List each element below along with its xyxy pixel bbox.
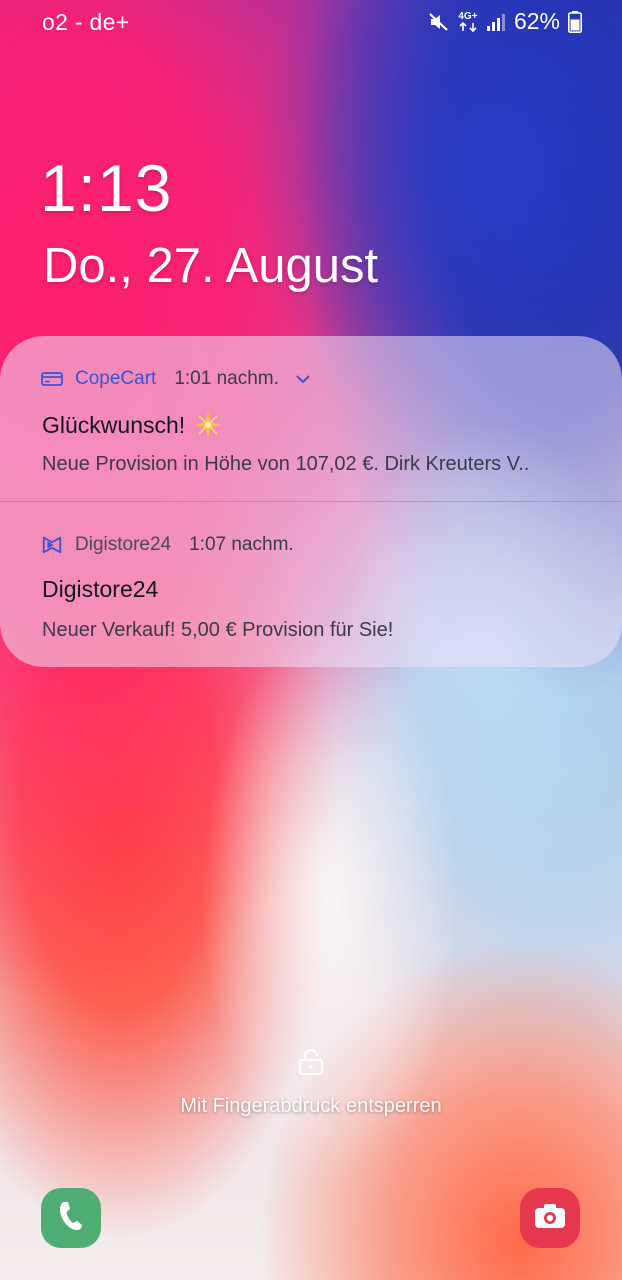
notification-title-row: Glückwunsch! <box>42 410 223 440</box>
phone-shortcut-button[interactable] <box>41 1188 101 1248</box>
sparkle-star-icon <box>193 410 223 440</box>
lockscreen-clock: 1:13 <box>40 151 173 225</box>
notification-app-name: CopeCart <box>75 368 157 389</box>
status-icons: 4G+ 62% <box>428 8 582 35</box>
notification-title-row: Digistore24 <box>42 576 158 603</box>
notification-body: Neue Provision in Höhe von 107,02 €. Dir… <box>42 453 530 475</box>
notification-digistore24[interactable]: Digistore24 1:07 nachm. Digistore24 Neue… <box>0 502 622 667</box>
digistore24-logo-icon <box>41 534 63 556</box>
copecart-card-icon <box>41 368 63 390</box>
battery-percent: 62% <box>513 8 560 34</box>
camera-shortcut-button[interactable] <box>520 1188 580 1248</box>
notification-time: 1:07 nachm. <box>189 534 294 555</box>
notification-time: 1:01 nachm. <box>174 368 279 389</box>
unlock-hint: Mit Fingerabdruck entsperren <box>180 1095 442 1117</box>
chevron-down-icon[interactable] <box>295 374 311 384</box>
phone-icon <box>56 1199 86 1238</box>
notification-copecart[interactable]: CopeCart 1:01 nachm. Glückwunsch! Neue P… <box>0 336 622 502</box>
notification-title: Glückwunsch! <box>42 411 186 438</box>
notification-title: Digistore24 <box>42 576 159 602</box>
signal-icon <box>486 12 506 32</box>
battery-icon <box>568 10 582 33</box>
lock-icon <box>298 1048 324 1081</box>
notification-header: Digistore24 1:07 nachm. <box>41 534 294 556</box>
lockscreen-date: Do., 27. August <box>43 239 379 293</box>
carrier-name: o2 - de+ <box>42 9 130 35</box>
status-bar: o2 - de+ 4G+ 62% <box>0 0 622 44</box>
mute-icon <box>428 11 450 33</box>
notification-app-name: Digistore24 <box>75 534 172 555</box>
notification-header: CopeCart 1:01 nachm. <box>41 368 311 390</box>
camera-icon <box>533 1202 567 1235</box>
notification-body: Neuer Verkauf! 5,00 € Provision für Sie! <box>42 619 394 641</box>
network-4g-icon: 4G+ <box>458 11 478 32</box>
notification-panel: CopeCart 1:01 nachm. Glückwunsch! Neue P… <box>0 336 622 667</box>
